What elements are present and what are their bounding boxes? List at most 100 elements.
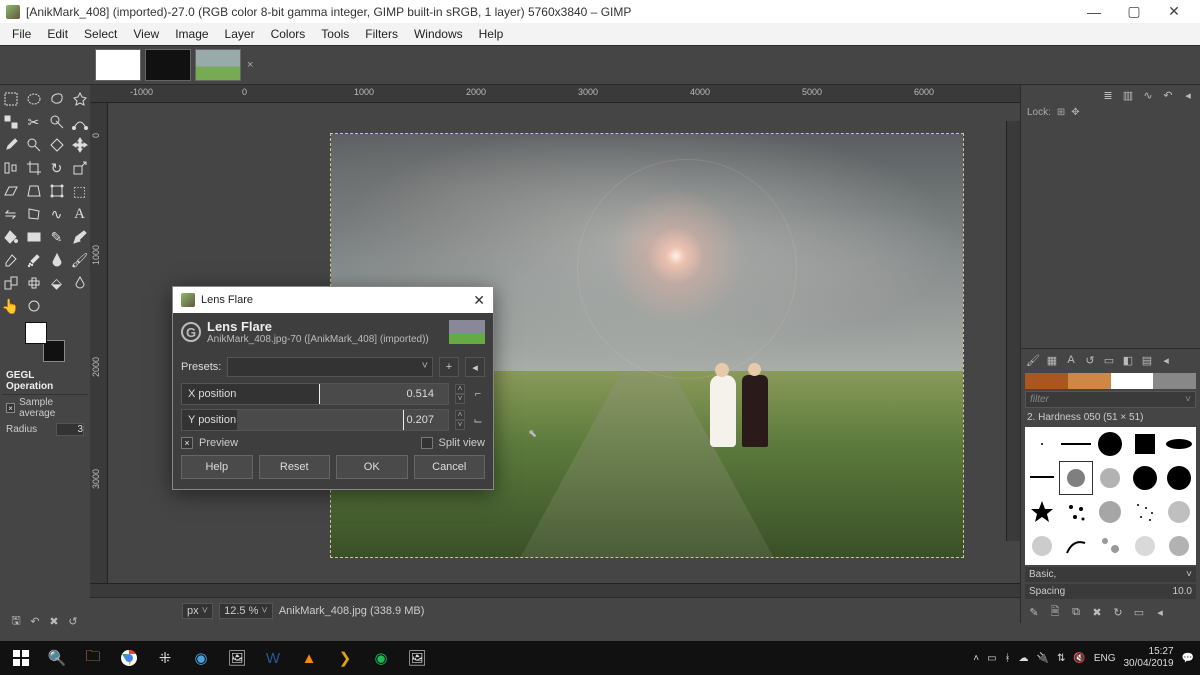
reset-options-icon[interactable]: ↺ [65, 613, 81, 629]
plex-icon[interactable]: ❯ [330, 644, 360, 672]
brush-filter[interactable]: filter ˅ [1025, 391, 1196, 408]
tool-crop[interactable] [24, 158, 44, 178]
split-checkbox[interactable] [421, 437, 433, 449]
lock-position-icon[interactable]: ✥ [1071, 107, 1079, 118]
menu-layer[interactable]: Layer [217, 25, 263, 43]
lock-pixels-icon[interactable]: ⊞ [1057, 107, 1065, 118]
tool-ellipse-select[interactable] [24, 89, 44, 109]
tool-cage[interactable] [24, 204, 44, 224]
tool-foreground[interactable] [47, 112, 67, 132]
tab-thumb-2[interactable] [145, 49, 191, 81]
fg-color[interactable] [25, 322, 47, 344]
tool-paintbrush[interactable] [70, 227, 90, 247]
sample-avg-checkbox[interactable]: × [6, 403, 15, 413]
brush-grid[interactable] [1025, 427, 1196, 565]
cancel-button[interactable]: Cancel [414, 455, 486, 479]
zoom-selector[interactable]: 12.5 % [219, 603, 273, 619]
xpos-slider[interactable]: X position 0.514 [181, 383, 449, 405]
presets-dropdown[interactable] [227, 357, 433, 377]
color-swatches[interactable] [25, 322, 65, 362]
qbit-icon[interactable]: ◉ [186, 644, 216, 672]
gradient-tab-icon[interactable]: ◧ [1120, 352, 1136, 368]
tool-measure[interactable] [47, 135, 67, 155]
menu-filters[interactable]: Filters [357, 25, 406, 43]
word-icon[interactable]: W [258, 644, 288, 672]
preset-add-icon[interactable]: + [439, 357, 459, 377]
start-button[interactable] [6, 644, 36, 672]
slack-icon[interactable]: ⁜ [150, 644, 180, 672]
close-button[interactable]: ✕ [1154, 3, 1194, 20]
scrollbar-vertical[interactable] [1006, 121, 1020, 541]
layers-list[interactable] [1021, 120, 1200, 348]
tool-blur[interactable] [70, 273, 90, 293]
tool-heal[interactable] [24, 273, 44, 293]
link-top[interactable]: ⌐ [471, 388, 485, 400]
tool-gradient[interactable] [24, 227, 44, 247]
brush-del-icon[interactable]: ✖ [1088, 604, 1106, 620]
menu-file[interactable]: File [4, 25, 39, 43]
preview-checkbox[interactable]: × [181, 437, 193, 449]
gradient-preview[interactable] [1025, 373, 1196, 389]
menu-view[interactable]: View [125, 25, 167, 43]
tray-wifi-icon[interactable]: ⇅ [1057, 653, 1065, 664]
tray-overflow-icon[interactable]: ˄ [973, 653, 979, 664]
tray-battery-icon[interactable]: ▭ [987, 653, 996, 664]
brush-spacing[interactable]: Spacing10.0 [1025, 584, 1196, 599]
brush-new-icon[interactable]: 🗎 [1046, 604, 1064, 620]
reset-button[interactable]: Reset [259, 455, 331, 479]
tool-handle[interactable]: ⬚ [70, 181, 90, 201]
delete-options-icon[interactable]: ✖ [46, 613, 62, 629]
vlc-icon[interactable]: ▲ [294, 644, 324, 672]
tool-scale[interactable] [70, 158, 90, 178]
tool-pencil[interactable]: ✎ [47, 227, 67, 247]
menu-image[interactable]: Image [167, 25, 216, 43]
tool-rotate[interactable]: ↻ [47, 158, 67, 178]
tool-dodge[interactable] [24, 296, 44, 316]
brush-menu2-icon[interactable]: ◂ [1151, 604, 1169, 620]
unit-selector[interactable]: px [182, 603, 213, 619]
brush-edit-icon[interactable]: ✎ [1025, 604, 1043, 620]
tool-rect-select[interactable] [1, 89, 21, 109]
brush-open-icon[interactable]: ▭ [1130, 604, 1148, 620]
images-tab-icon[interactable]: ▭ [1101, 352, 1117, 368]
scrollbar-horizontal[interactable] [90, 583, 1020, 597]
tab-close-icon[interactable]: × [247, 59, 253, 71]
preset-menu-icon[interactable]: ◂ [465, 357, 485, 377]
app-icon-1[interactable]: 🖼 [222, 644, 252, 672]
layers-tab-icon[interactable]: ≣ [1100, 87, 1116, 103]
ypos-down[interactable]: ˅ [455, 420, 465, 430]
tool-mypaint[interactable]: 🖌 [70, 250, 90, 270]
tab-thumb-3[interactable] [195, 49, 241, 81]
tray-lang[interactable]: ENG [1094, 653, 1116, 664]
menu-tools[interactable]: Tools [313, 25, 357, 43]
tray-vol-icon[interactable]: 🔇 [1073, 653, 1085, 664]
tray-power-icon[interactable]: 🔌 [1037, 653, 1049, 664]
tool-paths[interactable] [70, 112, 90, 132]
menu-help[interactable]: Help [471, 25, 512, 43]
taskbar-clock[interactable]: 15:27 30/04/2019 [1123, 646, 1173, 670]
tool-clone[interactable] [1, 273, 21, 293]
brush-mode[interactable]: Basic,˅ [1025, 567, 1196, 582]
dialog-close-icon[interactable]: ✕ [473, 292, 485, 309]
minimize-button[interactable]: — [1074, 4, 1114, 20]
channels-tab-icon[interactable]: ▥ [1120, 87, 1136, 103]
tray-bt-icon[interactable]: ᚼ [1005, 653, 1011, 664]
undo-tab-icon[interactable]: ↶ [1160, 87, 1176, 103]
ypos-slider[interactable]: Y position 0.207 [181, 409, 449, 431]
tool-warp[interactable]: ∿ [47, 204, 67, 224]
maximize-button[interactable]: ▢ [1114, 3, 1154, 20]
menu-edit[interactable]: Edit [39, 25, 76, 43]
tool-airbrush[interactable] [24, 250, 44, 270]
search-icon[interactable]: 🔍 [42, 644, 72, 672]
brush-dup-icon[interactable]: ⧉ [1067, 604, 1085, 620]
save-options-icon[interactable]: 🖫 [8, 613, 24, 629]
panel2-menu-icon[interactable]: ◂ [1158, 352, 1174, 368]
pointer-icon[interactable]: ⬉ [528, 427, 537, 440]
radius-input[interactable] [56, 423, 84, 436]
tool-flip[interactable]: ⇋ [1, 204, 21, 224]
tray-notifications-icon[interactable]: 💬 [1182, 653, 1194, 664]
tool-fuzzy-select[interactable] [70, 89, 90, 109]
brush-refresh-icon[interactable]: ↻ [1109, 604, 1127, 620]
tool-zoom[interactable] [24, 135, 44, 155]
history-tab-icon[interactable]: ↺ [1082, 352, 1098, 368]
